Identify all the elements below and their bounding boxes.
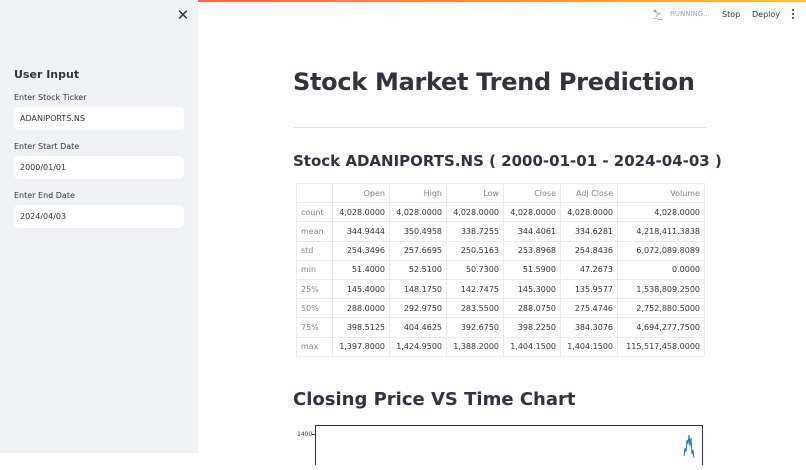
page-title: Stock Market Trend Prediction — [293, 68, 695, 96]
start-date-input[interactable]: 2000/01/01 — [14, 156, 184, 179]
table-cell[interactable]: 1,424.9500 — [389, 336, 447, 357]
table-cell[interactable]: 392.6750 — [446, 317, 504, 338]
table-cell[interactable]: 4,694,277.7500 — [617, 317, 705, 338]
table-cell[interactable]: 384.3076 — [560, 317, 618, 338]
table-cell[interactable]: 350.4958 — [389, 221, 447, 242]
column-header[interactable]: Low — [446, 182, 504, 204]
table-cell[interactable]: 6,072,089.8089 — [617, 240, 705, 261]
table-cell[interactable]: 292.9750 — [389, 298, 447, 319]
table-cell[interactable]: 51.5900 — [503, 259, 561, 280]
section-title-stock: Stock ADANIPORTS.NS ( 2000-01-01 - 2024-… — [293, 152, 722, 170]
table-cell[interactable]: 50.7300 — [446, 259, 504, 280]
table-row: max 1,397.8000 1,424.9500 1,388.2000 1,404.1… — [296, 336, 705, 357]
table-cell[interactable]: 404.4625 — [389, 317, 447, 338]
row-index-cell[interactable]: 75% — [296, 317, 333, 338]
table-cell[interactable]: 51.4000 — [332, 259, 390, 280]
index-header — [296, 182, 333, 204]
describe-table: Open High Low Close Adj Close Volume cou… — [296, 182, 705, 357]
table-cell[interactable]: 338.7255 — [446, 221, 504, 242]
stop-button[interactable]: Stop — [722, 10, 740, 19]
running-status: RUNNING... — [670, 10, 710, 18]
table-row: std 254.3496 257.6695 250.5163 253.8968 254.8… — [296, 240, 705, 261]
table-cell[interactable]: 1,397.8000 — [332, 336, 390, 357]
closing-price-series — [683, 434, 695, 459]
table-cell[interactable]: 344.9444 — [332, 221, 390, 242]
table-row: 75% 398.5125 404.4625 392.6750 398.2250 384.3… — [296, 317, 705, 338]
table-header-row: Open High Low Close Adj Close Volume — [296, 182, 705, 204]
table-cell[interactable]: 1,404.1500 — [560, 336, 618, 357]
column-header[interactable]: Adj Close — [560, 182, 618, 204]
start-date-label: Enter Start Date — [14, 142, 80, 151]
top-toolbar: RUNNING... Stop Deploy — [198, 2, 806, 28]
row-index-cell[interactable]: mean — [296, 221, 333, 242]
table-cell[interactable]: 4,028.0000 — [503, 202, 561, 223]
closing-price-chart — [315, 425, 703, 465]
table-cell[interactable]: 398.5125 — [332, 317, 390, 338]
running-icon — [652, 9, 664, 20]
row-index-cell[interactable]: std — [296, 240, 333, 261]
table-row: min 51.4000 52.5100 50.7300 51.5900 47.2673 0.… — [296, 259, 705, 280]
table-cell[interactable]: 1,388.2000 — [446, 336, 504, 357]
table-cell[interactable]: 4,028.0000 — [617, 202, 705, 223]
section-title-chart: Closing Price VS Time Chart — [293, 389, 576, 410]
table-cell[interactable]: 52.5100 — [389, 259, 447, 280]
table-cell[interactable]: 398.2250 — [503, 317, 561, 338]
row-index-cell[interactable]: count — [296, 202, 333, 223]
table-cell[interactable]: 4,028.0000 — [389, 202, 447, 223]
row-index-cell[interactable]: 25% — [296, 278, 333, 300]
y-tick-label: 1400 — [297, 431, 313, 438]
column-header[interactable]: Volume — [617, 182, 705, 204]
table-cell[interactable]: 344.4061 — [503, 221, 561, 242]
table-cell[interactable]: 4,028.0000 — [446, 202, 504, 223]
table-cell[interactable]: 4,028.0000 — [560, 202, 618, 223]
ticker-input[interactable]: ADANIPORTS.NS — [14, 107, 184, 130]
table-cell[interactable]: 254.3496 — [332, 240, 390, 261]
ticker-label: Enter Stock Ticker — [14, 93, 87, 102]
table-cell[interactable]: 334.6281 — [560, 221, 618, 242]
table-cell[interactable]: 283.5500 — [446, 298, 504, 319]
table-cell[interactable]: 142.7475 — [446, 278, 504, 300]
main-menu-icon[interactable] — [790, 9, 796, 21]
table-cell[interactable]: 47.2673 — [560, 259, 618, 280]
table-cell[interactable]: 254.8436 — [560, 240, 618, 261]
table-cell[interactable]: 250.5163 — [446, 240, 504, 261]
table-cell[interactable]: 257.6695 — [389, 240, 447, 261]
row-index-cell[interactable]: max — [296, 336, 333, 357]
row-index-cell[interactable]: 50% — [296, 298, 333, 319]
table-cell[interactable]: 253.8968 — [503, 240, 561, 261]
column-header[interactable]: High — [389, 182, 447, 204]
table-row: mean 344.9444 350.4958 338.7255 344.4061 334.… — [296, 221, 705, 242]
table-cell[interactable]: 2,752,880.5000 — [617, 298, 705, 319]
table-cell[interactable]: 288.0000 — [332, 298, 390, 319]
end-date-input[interactable]: 2024/04/03 — [14, 205, 184, 228]
sidebar-title: User Input — [14, 68, 80, 81]
table-cell[interactable]: 1,538,809.2500 — [617, 278, 705, 300]
table-cell[interactable]: 115,517,458.0000 — [617, 336, 705, 357]
table-cell[interactable]: 4,218,411.3838 — [617, 221, 705, 242]
table-cell[interactable]: 4,028.0000 — [332, 202, 390, 223]
table-row: 50% 288.0000 292.9750 283.5500 288.0750 275.4… — [296, 298, 705, 319]
table-cell[interactable]: 0.0000 — [617, 259, 705, 280]
table-row: count 4,028.0000 4,028.0000 4,028.0000 4,028… — [296, 202, 705, 223]
column-header[interactable]: Close — [503, 182, 561, 204]
row-index-cell[interactable]: min — [296, 259, 333, 280]
closing-price-line-svg — [683, 434, 695, 459]
divider — [293, 127, 707, 128]
table-cell[interactable]: 145.4000 — [332, 278, 390, 300]
table-cell[interactable]: 288.0750 — [503, 298, 561, 319]
deploy-button[interactable]: Deploy — [752, 10, 780, 19]
table-cell[interactable]: 275.4746 — [560, 298, 618, 319]
column-header[interactable]: Open — [332, 182, 390, 204]
sidebar: ✕ User Input Enter Stock Ticker ADANIPOR… — [0, 0, 198, 453]
end-date-label: Enter End Date — [14, 191, 75, 200]
table-cell[interactable]: 135.9577 — [560, 278, 618, 300]
table-cell[interactable]: 1,404.1500 — [503, 336, 561, 357]
table-cell[interactable]: 145.3000 — [503, 278, 561, 300]
close-sidebar-icon[interactable]: ✕ — [176, 8, 190, 23]
table-row: 25% 145.4000 148.1750 142.7475 145.3000 135.9… — [296, 278, 705, 300]
table-cell[interactable]: 148.1750 — [389, 278, 447, 300]
